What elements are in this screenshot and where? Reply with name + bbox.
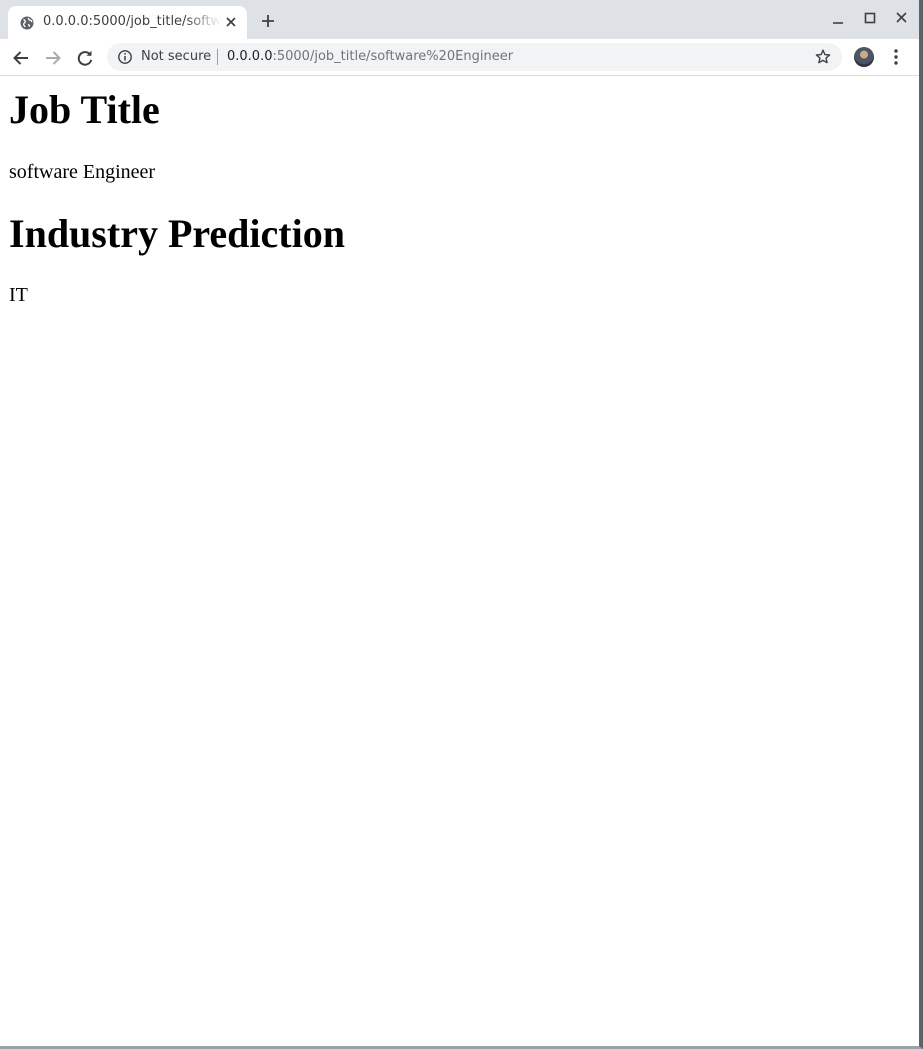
- security-status[interactable]: Not secure: [141, 49, 211, 66]
- reload-icon[interactable]: [74, 47, 96, 69]
- minimize-icon[interactable]: [829, 10, 847, 28]
- arrow-right-icon[interactable]: [42, 47, 64, 69]
- profile-avatar[interactable]: [854, 47, 874, 67]
- page-content: Job Title software Engineer Industry Pre…: [0, 77, 919, 1046]
- browser-tab[interactable]: 0.0.0.0:5000/job_title/software%20Engine…: [8, 6, 247, 39]
- window-close-icon[interactable]: [893, 10, 911, 28]
- info-icon[interactable]: [117, 49, 133, 65]
- tab-strip: 0.0.0.0:5000/job_title/software%20Engine…: [0, 0, 919, 39]
- omnibox-divider: [217, 49, 218, 65]
- address-bar[interactable]: Not secure 0.0.0.0:5000/job_title/softwa…: [107, 43, 842, 71]
- maximize-icon[interactable]: [861, 10, 879, 28]
- globe-icon: [20, 16, 34, 30]
- job-title-value: software Engineer: [9, 161, 156, 183]
- url-text[interactable]: 0.0.0.0:5000/job_title/software%20Engine…: [227, 49, 513, 66]
- industry-prediction-value: IT: [9, 284, 28, 306]
- job-title-heading: Job Title: [9, 87, 160, 132]
- tab-title: 0.0.0.0:5000/job_title/software%20Engine…: [43, 14, 221, 29]
- plus-icon[interactable]: [258, 11, 278, 31]
- star-icon[interactable]: [814, 48, 832, 66]
- url-host: 0.0.0.0: [227, 49, 273, 64]
- more-vertical-icon[interactable]: [888, 47, 904, 67]
- close-icon[interactable]: [223, 14, 239, 30]
- arrow-left-icon[interactable]: [10, 47, 32, 69]
- browser-toolbar: Not secure 0.0.0.0:5000/job_title/softwa…: [0, 39, 919, 76]
- browser-window: 0.0.0.0:5000/job_title/software%20Engine…: [0, 0, 923, 1049]
- url-path: :5000/job_title/software%20Engineer: [272, 49, 514, 64]
- industry-prediction-heading: Industry Prediction: [9, 211, 345, 256]
